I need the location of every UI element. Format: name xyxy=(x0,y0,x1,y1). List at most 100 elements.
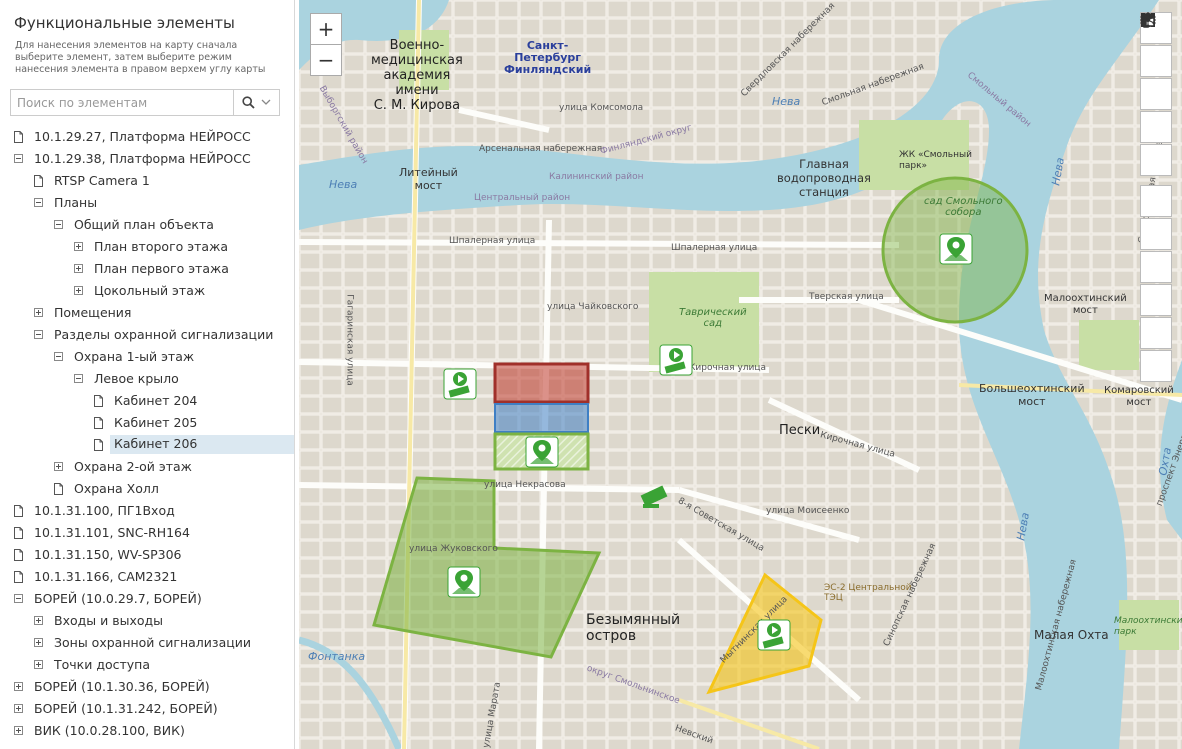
label-chaikovskogo: улица Чайковского xyxy=(547,302,639,312)
tree-node-label: Кабинет 206 xyxy=(110,435,294,454)
expand-toggle-icon[interactable] xyxy=(14,726,23,735)
search-input[interactable] xyxy=(11,90,245,115)
expand-toggle-icon[interactable] xyxy=(74,242,83,251)
tree-node[interactable]: ВИК (10.0.28.100, ВИК) xyxy=(0,720,294,742)
label-gagarinskaya: Гагаринская улица xyxy=(344,294,355,386)
tree-node-label: 10.1.31.100, ПГ1Вход xyxy=(34,503,175,518)
expand-toggle-icon[interactable] xyxy=(34,638,43,647)
map-cctv-marker[interactable] xyxy=(639,482,673,514)
location-pin-icon xyxy=(939,233,973,265)
tool-duplicate-button[interactable] xyxy=(1140,13,1172,349)
document-icon xyxy=(14,505,23,517)
label-vodoprovod: Главная водопроводная станция xyxy=(777,157,871,199)
tree-node[interactable]: Помещения xyxy=(0,302,294,324)
collapse-toggle-icon[interactable] xyxy=(34,330,43,339)
collapse-toggle-icon[interactable] xyxy=(34,198,43,207)
expand-toggle-icon[interactable] xyxy=(34,308,43,317)
map-marker-green-polygon[interactable] xyxy=(447,566,481,598)
tree-node[interactable]: Точки доступа xyxy=(0,654,294,676)
tree-node[interactable]: Зоны охранной сигнализации xyxy=(0,632,294,654)
label-shpalernaya-1: Шпалерная улица xyxy=(449,236,536,246)
tool-eraser-button[interactable] xyxy=(1140,13,1172,283)
expand-toggle-icon[interactable] xyxy=(14,682,23,691)
expand-toggle-icon[interactable] xyxy=(54,462,63,471)
tree-node[interactable]: 10.1.29.38, Платформа НЕЙРОСС xyxy=(0,148,294,170)
zoom-out-button[interactable]: − xyxy=(310,44,342,76)
sidebar-description: Для нанесения элементов на карту сначала… xyxy=(15,40,266,75)
label-central: Центральный район xyxy=(474,193,571,203)
document-icon xyxy=(34,175,43,187)
expand-toggle-icon[interactable] xyxy=(14,704,23,713)
tree-node[interactable]: Разделы охранной сигнализации xyxy=(0,324,294,346)
sidebar-panel: Функциональные элементы Для нанесения эл… xyxy=(0,0,295,749)
tree-node[interactable]: Кабинет 204 xyxy=(0,390,294,412)
map-view[interactable]: + − Военно- медицинская академия имени С… xyxy=(299,0,1182,749)
zoom-in-button[interactable]: + xyxy=(310,13,342,45)
map-marker-cabinet-206[interactable] xyxy=(525,436,559,468)
collapse-toggle-icon[interactable] xyxy=(14,594,23,603)
tool-move-button[interactable] xyxy=(1140,12,1172,250)
map-marker-smolny[interactable] xyxy=(939,233,973,265)
tool-rectangle-button[interactable] xyxy=(1140,13,1172,110)
collapse-toggle-icon[interactable] xyxy=(74,374,83,383)
tool-edit-button[interactable] xyxy=(1140,14,1172,217)
tree-node-label: Левое крыло xyxy=(94,371,179,386)
map-camera-marker-3[interactable] xyxy=(757,619,791,651)
label-tavrich: Таврический сад xyxy=(679,307,747,329)
tree-node[interactable]: БОРЕЙ (10.0.29.7, БОРЕЙ) xyxy=(0,588,294,610)
tree-node-label: БОРЕЙ (10.1.30.36, БОРЕЙ) xyxy=(34,679,210,694)
tree-node-label: План первого этажа xyxy=(94,261,229,276)
tool-polyline-button[interactable] xyxy=(1140,13,1172,77)
tool-rotate-button[interactable] xyxy=(1140,13,1172,316)
collapse-toggle-icon[interactable] xyxy=(54,220,63,229)
tree-node[interactable]: Планы xyxy=(0,192,294,214)
tree-node[interactable]: 10.1.31.166, CAM2321 xyxy=(0,566,294,588)
document-icon xyxy=(94,395,103,407)
tree-node-label: Входы и выходы xyxy=(54,613,163,628)
tool-circle-button[interactable] xyxy=(1140,13,1172,176)
tree-node[interactable]: План второго этажа xyxy=(0,236,294,258)
alarm-zone-cabinet-204[interactable] xyxy=(493,362,590,404)
document-icon xyxy=(54,483,63,495)
tree-node[interactable]: БОРЕЙ (10.1.31.242, БОРЕЙ) xyxy=(0,698,294,720)
tree-node-label: Общий план объекта xyxy=(74,217,214,232)
tree-node[interactable]: БОРЕЙ (10.1.30.36, БОРЕЙ) xyxy=(0,676,294,698)
tree-node[interactable]: 10.1.31.150, WV-SP306 xyxy=(0,544,294,566)
tree-node[interactable]: Охрана 1-ый этаж xyxy=(0,346,294,368)
tree-node[interactable]: Охрана Холл xyxy=(0,478,294,500)
tree-node[interactable]: Кабинет 205 xyxy=(0,412,294,434)
tree-node-label: Разделы охранной сигнализации xyxy=(54,327,274,342)
tree-node[interactable]: Левое крыло xyxy=(0,368,294,390)
tree-node-label: Кабинет 204 xyxy=(114,393,198,408)
collapse-toggle-icon[interactable] xyxy=(54,352,63,361)
cctv-camera-icon xyxy=(640,485,668,508)
tool-network-button[interactable] xyxy=(1140,12,1172,382)
tree-node[interactable]: Охрана 2-ой этаж xyxy=(0,456,294,478)
tree-node[interactable]: 10.1.31.100, ПГ1Вход xyxy=(0,500,294,522)
tree-node[interactable]: RTSP Camera 1 xyxy=(0,170,294,192)
document-icon xyxy=(94,417,103,429)
expand-toggle-icon[interactable] xyxy=(34,616,43,625)
tree-node[interactable]: План первого этажа xyxy=(0,258,294,280)
label-maloohtinsky: Малоохтинский мост xyxy=(1044,293,1127,316)
map-camera-marker-2[interactable] xyxy=(659,344,693,376)
tree-node[interactable]: 10.1.29.27, Платформа НЕЙРОСС xyxy=(0,126,294,148)
label-moiseenko: улица Моисеенко xyxy=(766,506,850,516)
expand-toggle-icon[interactable] xyxy=(74,286,83,295)
expand-toggle-icon[interactable] xyxy=(74,264,83,273)
tree-node[interactable]: Общий план объекта xyxy=(0,214,294,236)
label-academy: Военно- медицинская академия имени С. М.… xyxy=(371,38,463,113)
alarm-zone-cabinet-205[interactable] xyxy=(494,403,589,433)
collapse-toggle-icon[interactable] xyxy=(14,154,23,163)
label-kalininsky: Калининский район xyxy=(549,172,644,182)
expand-toggle-icon[interactable] xyxy=(34,660,43,669)
tree-node[interactable]: Кабинет 206 xyxy=(0,434,294,456)
map-camera-marker-1[interactable] xyxy=(443,368,477,400)
tree-node[interactable]: Входы и выходы xyxy=(0,610,294,632)
label-maloohta-park: Малоохтинский парк xyxy=(1114,616,1182,637)
tree-node[interactable]: Цокольный этаж xyxy=(0,280,294,302)
tool-polygon-button[interactable] xyxy=(1140,13,1172,143)
drawing-toolbar xyxy=(1140,12,1172,383)
tree-node[interactable]: 10.1.31.101, SNC-RH164 xyxy=(0,522,294,544)
search-button[interactable] xyxy=(233,90,279,115)
